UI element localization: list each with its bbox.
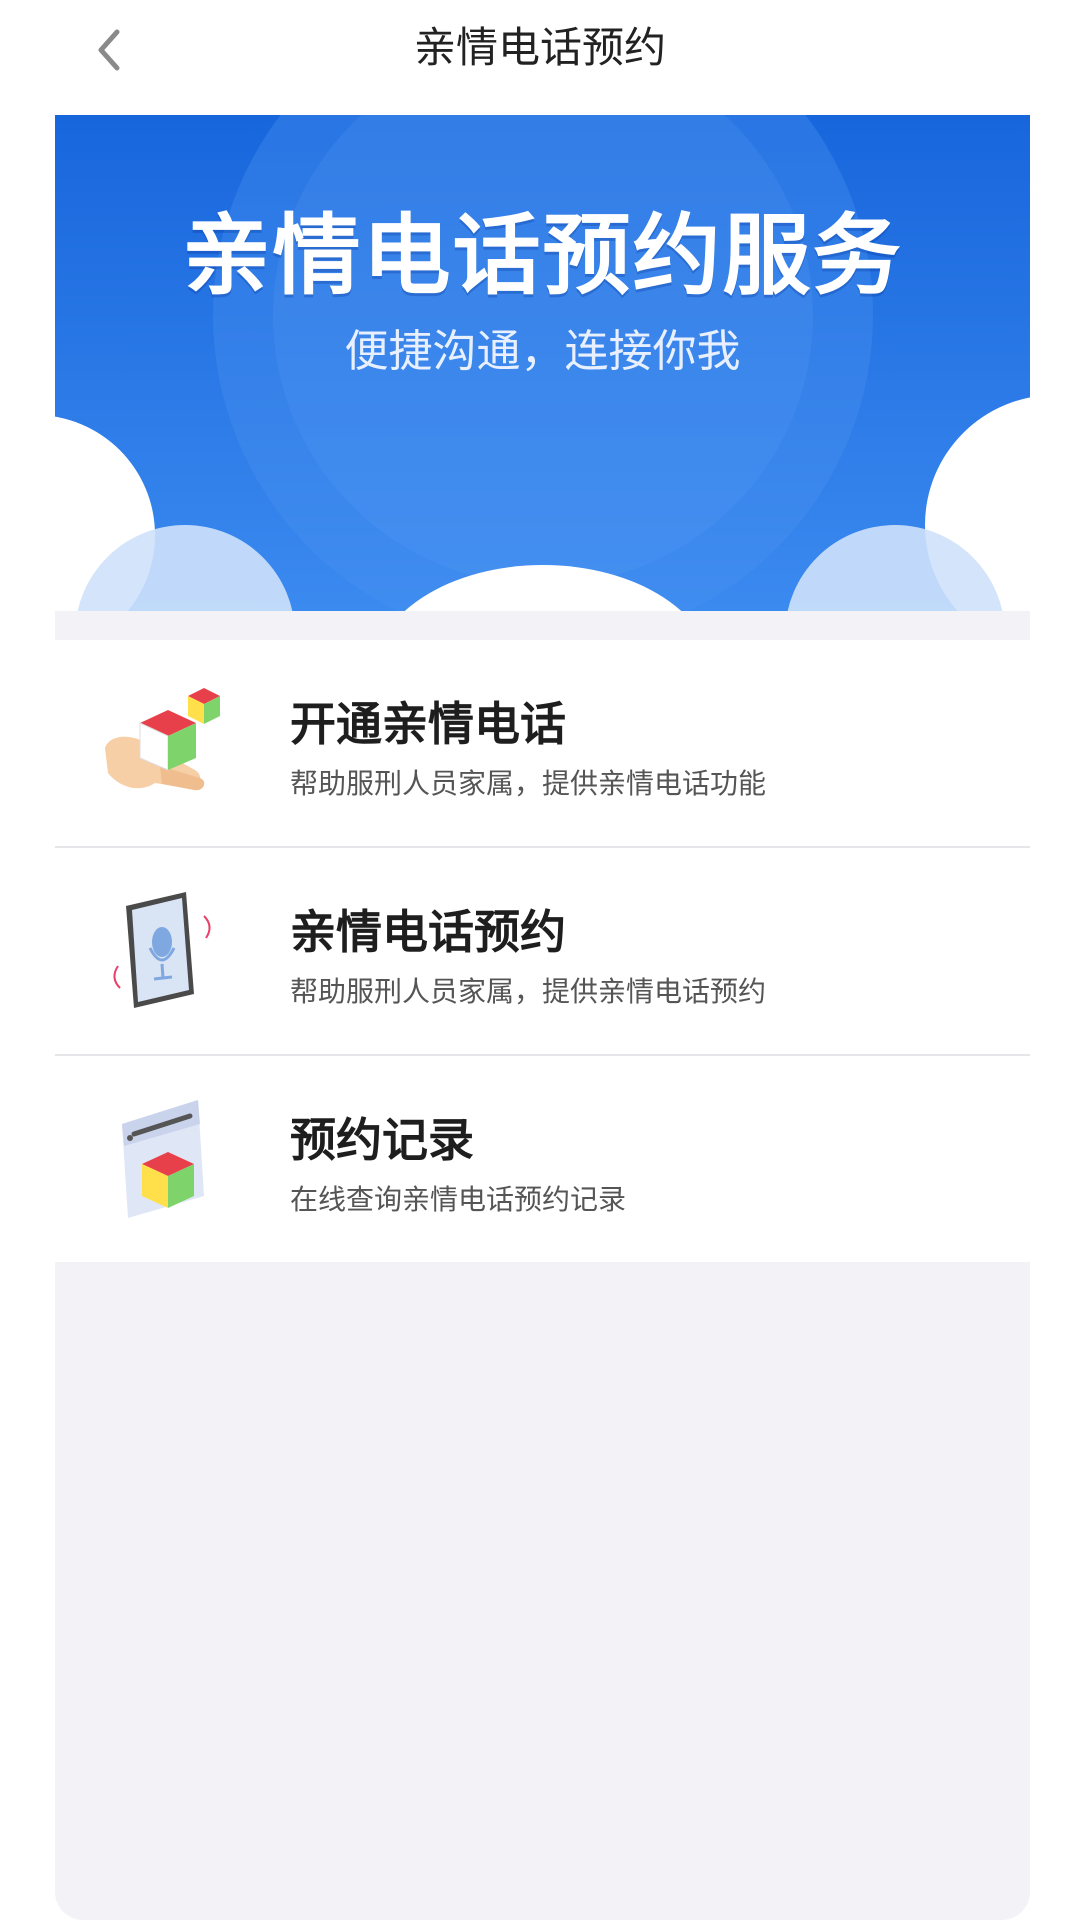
- service-menu: 开通亲情电话 帮助服刑人员家属，提供亲情电话功能 亲情电话预约 帮助服刑人员家属…: [55, 640, 1030, 1262]
- banner-title: 亲情电话预约服务: [182, 204, 903, 307]
- page-title: 亲情电话预约: [413, 23, 666, 72]
- hand-cube-icon: [105, 688, 220, 791]
- menu-item-description: 帮助服刑人员家属，提供亲情电话预约: [290, 975, 767, 1008]
- top-bar: 亲情电话预约: [0, 0, 1080, 100]
- menu-item-open-family-phone[interactable]: 开通亲情电话 帮助服刑人员家属，提供亲情电话功能: [55, 640, 1030, 848]
- menu-item-title: 亲情电话预约: [290, 905, 566, 959]
- content-panel: 亲情电话预约服务 便捷沟通，连接你我 开通亲情电话 帮助服刑人员家属，提供亲情电…: [55, 115, 1030, 1920]
- menu-item-title: 预约记录: [290, 1113, 474, 1167]
- banner-subtitle: 便捷沟通，连接你我: [344, 326, 741, 377]
- screen: 亲情电话预约 亲情电话预约服务 便捷沟通，连接你我 开通亲情电话 帮助服刑人员家…: [0, 0, 1080, 1920]
- menu-item-booking-records[interactable]: 预约记录 在线查询亲情电话预约记录: [55, 1056, 1030, 1262]
- menu-item-description: 在线查询亲情电话预约记录: [290, 1183, 627, 1216]
- menu-item-description: 帮助服刑人员家属，提供亲情电话功能: [290, 767, 767, 800]
- tablet-microphone-icon: [113, 892, 211, 1008]
- menu-item-title: 开通亲情电话: [290, 697, 566, 751]
- record-cube-icon: [122, 1100, 204, 1218]
- menu-item-family-phone-booking[interactable]: 亲情电话预约 帮助服刑人员家属，提供亲情电话预约: [55, 848, 1030, 1056]
- service-banner: 亲情电话预约服务 便捷沟通，连接你我: [55, 115, 1030, 611]
